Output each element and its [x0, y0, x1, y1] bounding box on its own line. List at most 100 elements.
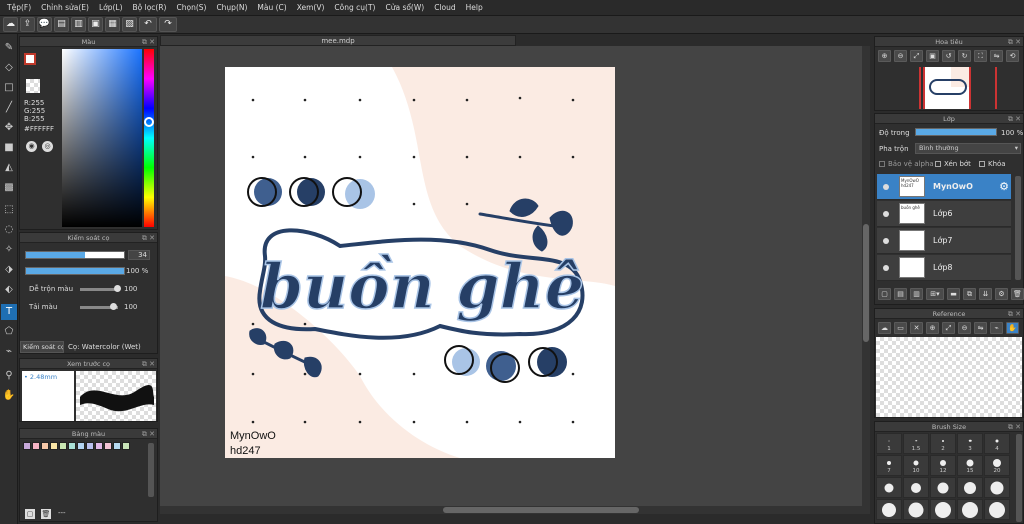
visibility-icon[interactable]	[883, 265, 889, 271]
actual-size-icon[interactable]: ▣	[926, 50, 939, 62]
new-palette-icon[interactable]: ▢	[25, 509, 35, 519]
rotate-left-icon[interactable]: ↺	[942, 50, 955, 62]
foreground-swatch[interactable]	[24, 53, 36, 65]
layer-row[interactable]: buồn ghê Lớp6	[877, 201, 1011, 227]
brush-size-preset[interactable]	[903, 477, 929, 498]
fit-icon[interactable]: ⤢	[910, 50, 923, 62]
palette-swatch[interactable]	[32, 442, 40, 450]
palette-alt-icon[interactable]: ◎	[42, 141, 53, 152]
brush-size-preset[interactable]	[957, 477, 983, 498]
select-eraser-tool-icon[interactable]: ⬖	[1, 282, 17, 298]
comment-icon[interactable]: 💬	[37, 17, 52, 32]
zoom-in-icon[interactable]: ⊕	[926, 322, 939, 334]
close-icon[interactable]: ⧉ ✕	[1008, 422, 1021, 432]
chat-icon[interactable]: ▤	[54, 17, 69, 32]
layout-icon[interactable]: ▣	[88, 17, 103, 32]
zoom-in-icon[interactable]: ⊕	[878, 50, 891, 62]
gear-icon[interactable]: ⚙	[999, 180, 1009, 193]
transparent-swatch[interactable]	[26, 79, 40, 93]
brush-control-tab[interactable]: Kiểm soát cọ	[20, 341, 64, 353]
brush-size-preset[interactable]: 10	[903, 455, 929, 476]
gradient-tool-icon[interactable]: ▩	[1, 180, 17, 196]
export-icon[interactable]: ⇪	[20, 17, 35, 32]
fullscreen-icon[interactable]: ⛶	[974, 50, 987, 62]
color-field[interactable]	[62, 49, 142, 227]
brush-size-preset[interactable]: 3	[957, 433, 983, 454]
reset-view-icon[interactable]: ⟲	[1006, 50, 1019, 62]
brush-size-preset[interactable]	[930, 499, 956, 520]
cloud-reference-icon[interactable]: ☁	[878, 322, 891, 334]
menu-view[interactable]: Xem(V)	[292, 3, 330, 12]
amount-slider-handle[interactable]	[110, 303, 117, 310]
document-tab[interactable]: mee.mdp	[160, 35, 516, 46]
brush-size-preset[interactable]	[957, 499, 983, 520]
navigator-preview[interactable]	[923, 67, 971, 109]
redo-icon[interactable]: ↷	[159, 17, 177, 32]
new-folder-icon[interactable]: ▬	[947, 288, 960, 300]
palette-swatch[interactable]	[86, 442, 94, 450]
eraser-tool-icon[interactable]: ◇	[1, 60, 17, 76]
palette-swatch[interactable]	[23, 442, 31, 450]
close-icon[interactable]: ⧉ ✕	[142, 37, 155, 47]
fit-icon[interactable]: ⤢	[942, 322, 955, 334]
hand-tool-icon[interactable]: ✋	[1, 388, 17, 404]
merge-layer-icon[interactable]: ⇊	[979, 288, 992, 300]
brush-size-preset[interactable]: 15	[957, 455, 983, 476]
horizontal-scrollbar[interactable]	[160, 506, 862, 514]
zoom-out-icon[interactable]: ⊖	[958, 322, 971, 334]
canvas-area[interactable]: buồn ghê MynOwO hd247	[160, 46, 870, 514]
brush-size-preset[interactable]	[930, 477, 956, 498]
reference-canvas[interactable]	[876, 337, 1022, 417]
hue-slider-handle[interactable]	[144, 117, 154, 127]
palette-swatch[interactable]	[68, 442, 76, 450]
zoom-out-icon[interactable]: ⊖	[894, 50, 907, 62]
lasso-tool-icon[interactable]: ◌	[1, 222, 17, 238]
eyedropper-tool-icon[interactable]: ⚲	[1, 368, 17, 384]
palette-swatch[interactable]	[122, 442, 130, 450]
palette-swatch[interactable]	[50, 442, 58, 450]
layer-settings-icon[interactable]: ⚙	[995, 288, 1008, 300]
close-icon[interactable]: ⧉ ✕	[1008, 309, 1021, 319]
brush-size-preset[interactable]: 12	[930, 455, 956, 476]
brush-size-bar[interactable]	[25, 251, 125, 259]
panel-toggle-icon[interactable]: ▥	[71, 17, 86, 32]
delete-layer-icon[interactable]: 🗑	[1011, 288, 1024, 300]
menu-edit[interactable]: Chỉnh sửa(E)	[36, 3, 94, 12]
new-layer-icon[interactable]: ▢	[878, 288, 891, 300]
brush-size-preset[interactable]: 1.5	[903, 433, 929, 454]
palette-icon[interactable]: ◉	[26, 141, 37, 152]
hand-icon[interactable]: ✋	[1006, 322, 1019, 334]
blend-slider-handle[interactable]	[114, 285, 121, 292]
layer-opacity-bar[interactable]	[915, 128, 997, 136]
cloud-icon[interactable]: ☁	[3, 17, 18, 32]
eyedropper-icon[interactable]: ⌁	[990, 322, 1003, 334]
brush-size-preset[interactable]	[984, 477, 1010, 498]
protect-alpha-checkbox[interactable]	[879, 161, 885, 167]
menu-layer[interactable]: Lớp(L)	[94, 3, 128, 12]
close-icon[interactable]: ⧉ ✕	[1008, 114, 1021, 124]
close-reference-icon[interactable]: ✕	[910, 322, 923, 334]
flip-icon[interactable]: ⇋	[990, 50, 1003, 62]
layer-row[interactable]: MynOwO hd247 MynOwO ⚙	[877, 174, 1011, 200]
close-icon[interactable]: ⧉ ✕	[142, 233, 155, 243]
add-layer-menu-icon[interactable]: ⊞▾	[926, 288, 944, 300]
undo-icon[interactable]: ↶	[139, 17, 157, 32]
pen-tool-icon[interactable]: ╱	[1, 100, 17, 116]
menu-file[interactable]: Tệp(F)	[2, 3, 36, 12]
brush-size-value[interactable]: 34	[128, 250, 150, 260]
palette-swatch[interactable]	[104, 442, 112, 450]
menu-window[interactable]: Cửa sổ(W)	[380, 3, 429, 12]
brush-size-preset[interactable]: 2	[930, 433, 956, 454]
brush-size-preset[interactable]: 7	[876, 455, 902, 476]
brush-size-preset[interactable]	[984, 499, 1010, 520]
palette-swatch[interactable]	[59, 442, 67, 450]
palette-swatch[interactable]	[113, 442, 121, 450]
rect-tool-icon[interactable]: □	[1, 80, 17, 96]
visibility-icon[interactable]	[883, 184, 889, 190]
palette-swatch[interactable]	[41, 442, 49, 450]
dropper-tool-icon[interactable]: ⌁	[1, 344, 17, 360]
flip-icon[interactable]: ⇋	[974, 322, 987, 334]
menu-color[interactable]: Màu (C)	[252, 3, 291, 12]
new-8bit-layer-icon[interactable]: ▥	[910, 288, 923, 300]
text-tool-icon[interactable]: T	[1, 304, 17, 320]
